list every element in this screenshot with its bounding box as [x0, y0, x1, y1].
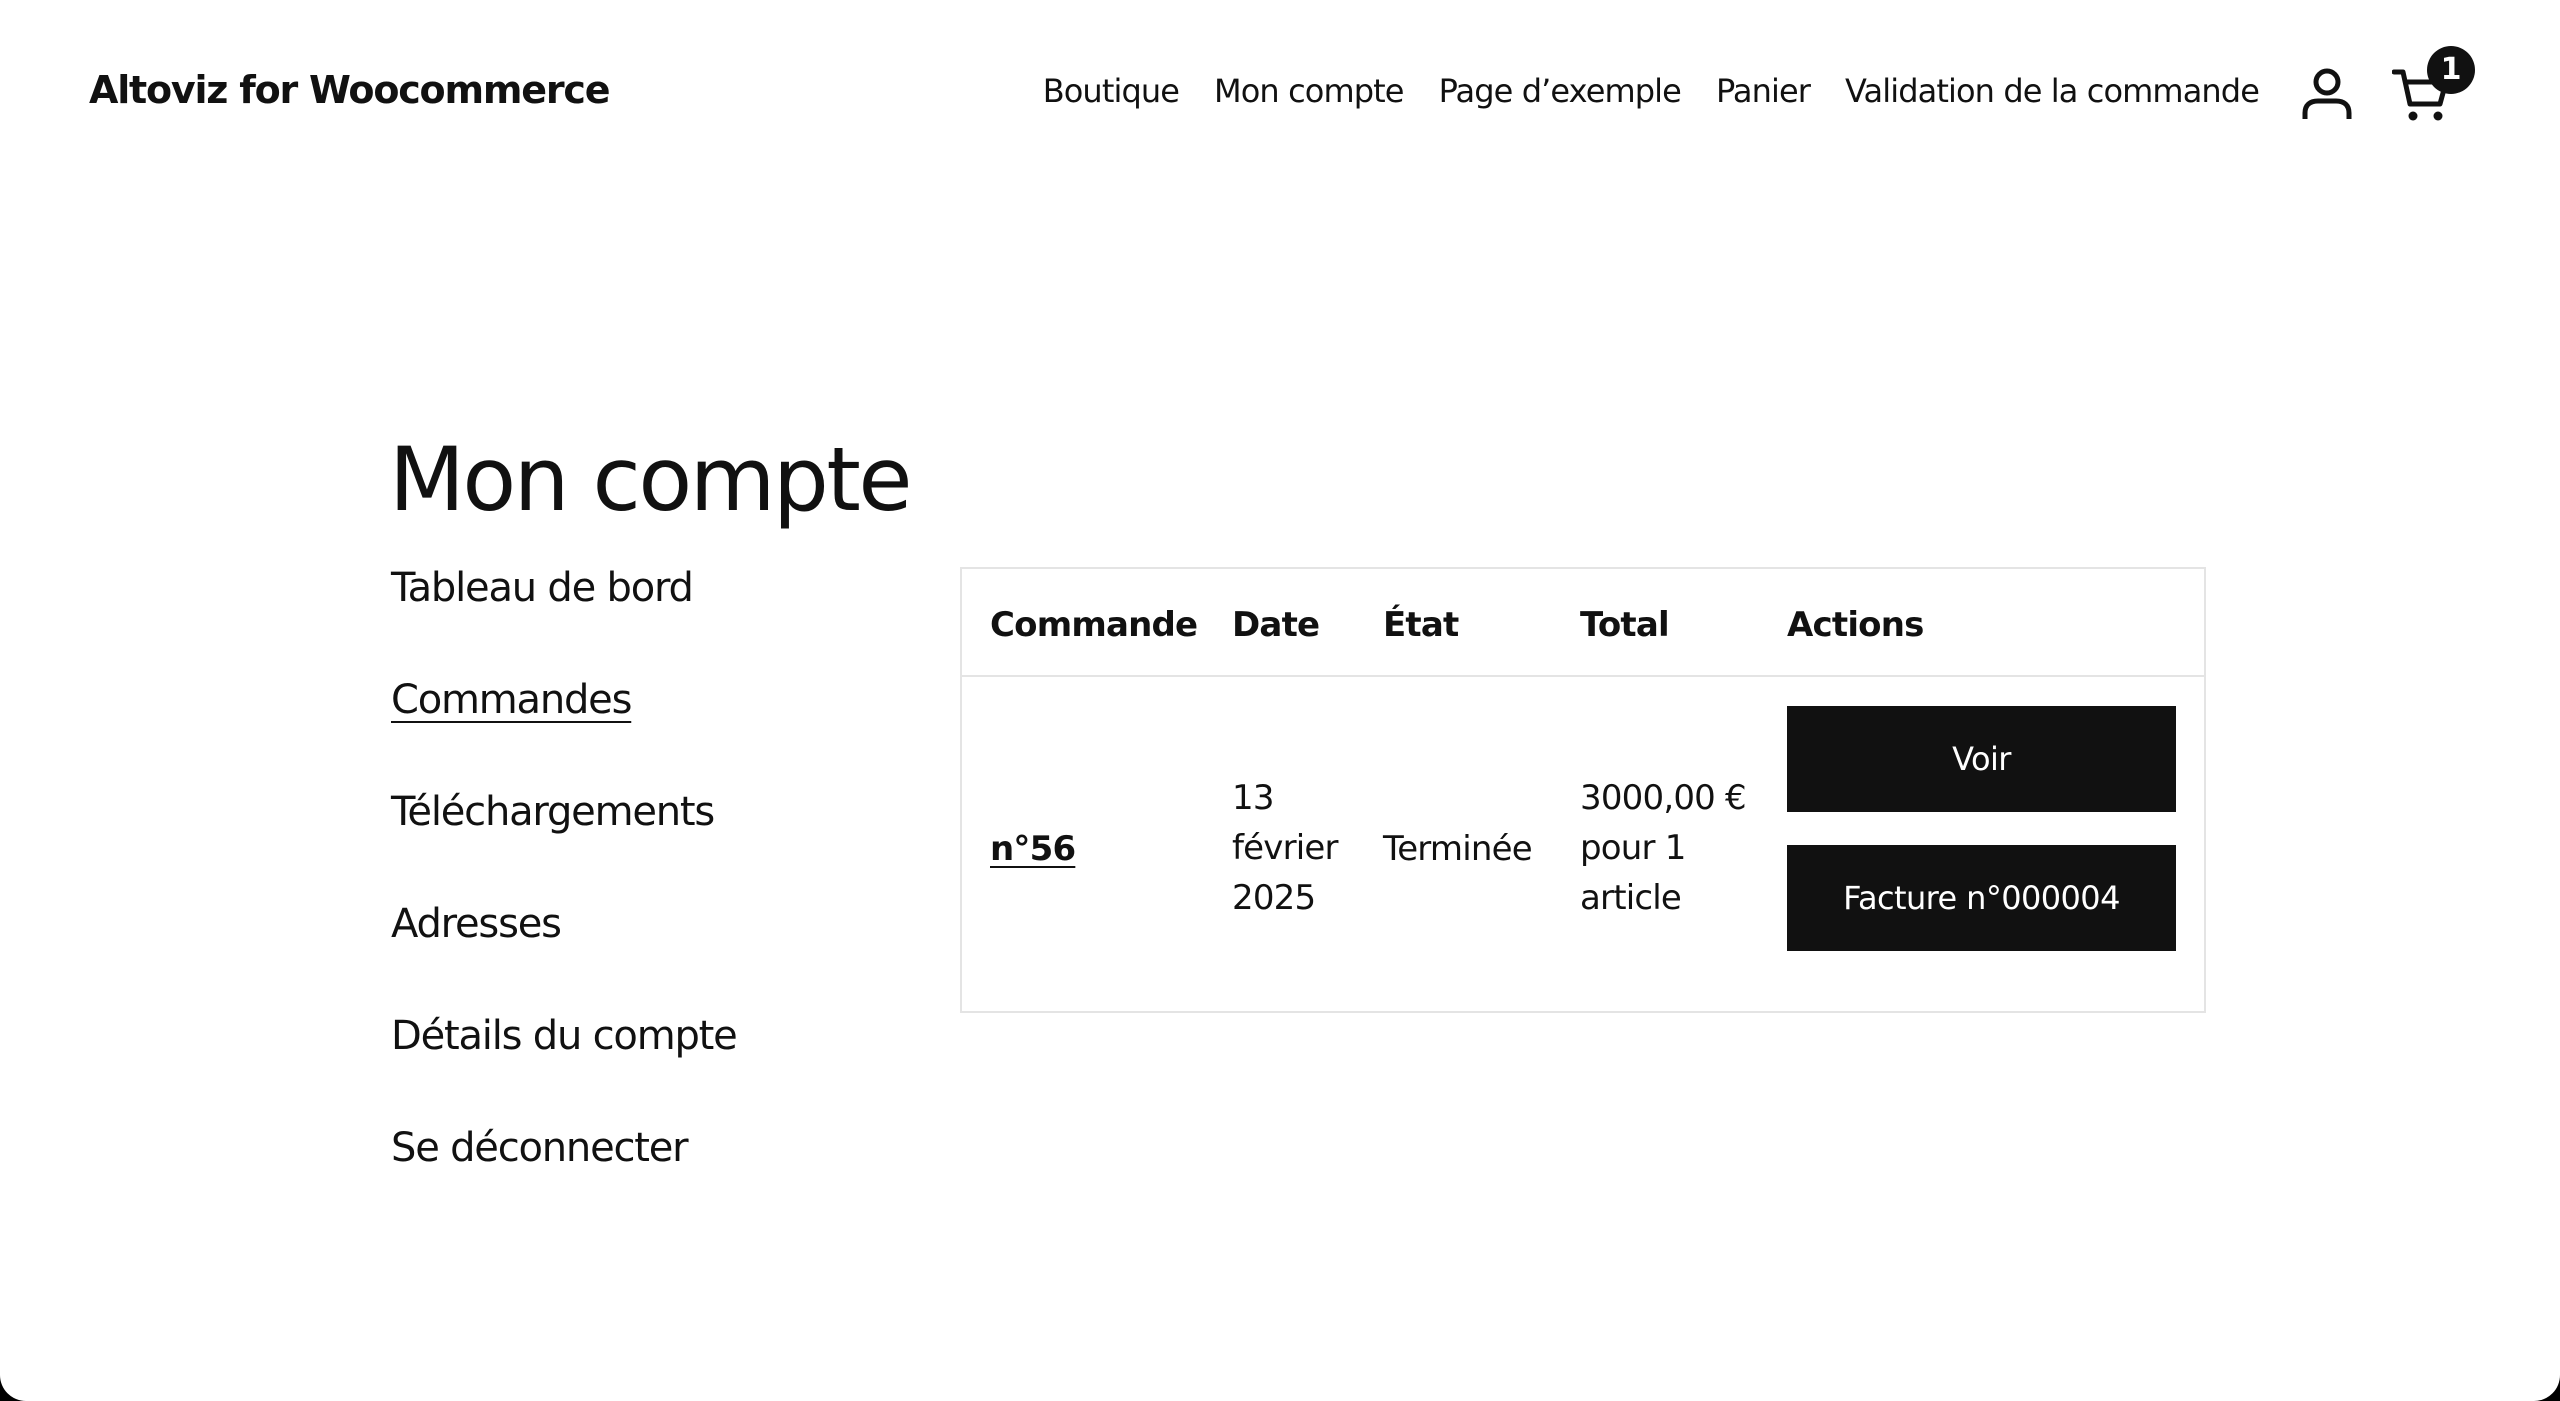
order-total-line: 3000,00 €	[1580, 778, 1747, 818]
order-status: Terminée	[1383, 829, 1533, 869]
order-date-line: 2025	[1232, 878, 1316, 918]
cart-button[interactable]: 1	[2392, 44, 2478, 124]
user-icon[interactable]	[2300, 65, 2354, 121]
column-header-total: Total	[1580, 605, 1670, 645]
account-nav-item: Commandes	[391, 677, 737, 789]
view-order-button[interactable]: Voir	[1787, 706, 2176, 812]
account-nav-item: Se déconnecter	[391, 1125, 737, 1237]
order-total-line: article	[1580, 878, 1682, 918]
order-date-cell: 13 février 2025	[1232, 773, 1339, 923]
nav-link-validation-commande[interactable]: Validation de la commande	[1845, 72, 2260, 110]
main-nav: Boutique Mon compte Page d’exemple Panie…	[1043, 72, 2260, 110]
account-nav-item: Tableau de bord	[391, 565, 737, 677]
order-number-link[interactable]: n°56	[990, 829, 1076, 869]
orders-table: Commande Date État Total Actions n°56 13…	[960, 567, 2206, 1013]
site-header: Altoviz for Woocommerce Boutique Mon com…	[0, 0, 2560, 190]
order-number-cell: n°56	[990, 824, 1076, 874]
order-total-cell: 3000,00 € pour 1 article	[1580, 773, 1747, 923]
account-nav-item: Téléchargements	[391, 789, 737, 901]
invoice-button[interactable]: Facture n°000004	[1787, 845, 2176, 951]
column-header-date: Date	[1232, 605, 1320, 645]
account-nav-commandes[interactable]: Commandes	[391, 677, 632, 723]
order-date-line: 13	[1232, 778, 1274, 818]
account-nav-deconnexion[interactable]: Se déconnecter	[391, 1125, 689, 1171]
account-nav-item: Adresses	[391, 901, 737, 1013]
nav-link-mon-compte[interactable]: Mon compte	[1214, 72, 1404, 110]
nav-link-panier[interactable]: Panier	[1716, 72, 1811, 110]
account-nav-item: Détails du compte	[391, 1013, 738, 1125]
page-title: Mon compte	[389, 428, 912, 531]
account-nav: Tableau de bord Commandes Téléchargement…	[391, 565, 738, 1237]
account-nav-telechargements[interactable]: Téléchargements	[391, 789, 715, 835]
nav-link-boutique[interactable]: Boutique	[1043, 72, 1180, 110]
nav-link-page-exemple[interactable]: Page d’exemple	[1439, 72, 1682, 110]
order-date-line: février	[1232, 828, 1339, 868]
account-nav-details-compte[interactable]: Détails du compte	[391, 1013, 738, 1059]
site-title[interactable]: Altoviz for Woocommerce	[89, 68, 610, 112]
cart-count-badge: 1	[2427, 46, 2475, 94]
account-nav-tableau-de-bord[interactable]: Tableau de bord	[391, 565, 694, 611]
column-header-actions: Actions	[1787, 605, 1924, 645]
column-header-etat: État	[1383, 605, 1459, 645]
account-nav-adresses[interactable]: Adresses	[391, 901, 562, 947]
orders-table-header: Commande Date État Total Actions	[962, 569, 2204, 677]
column-header-commande: Commande	[990, 605, 1198, 645]
page: Altoviz for Woocommerce Boutique Mon com…	[0, 0, 2560, 1401]
order-total-line: pour 1	[1580, 828, 1686, 868]
